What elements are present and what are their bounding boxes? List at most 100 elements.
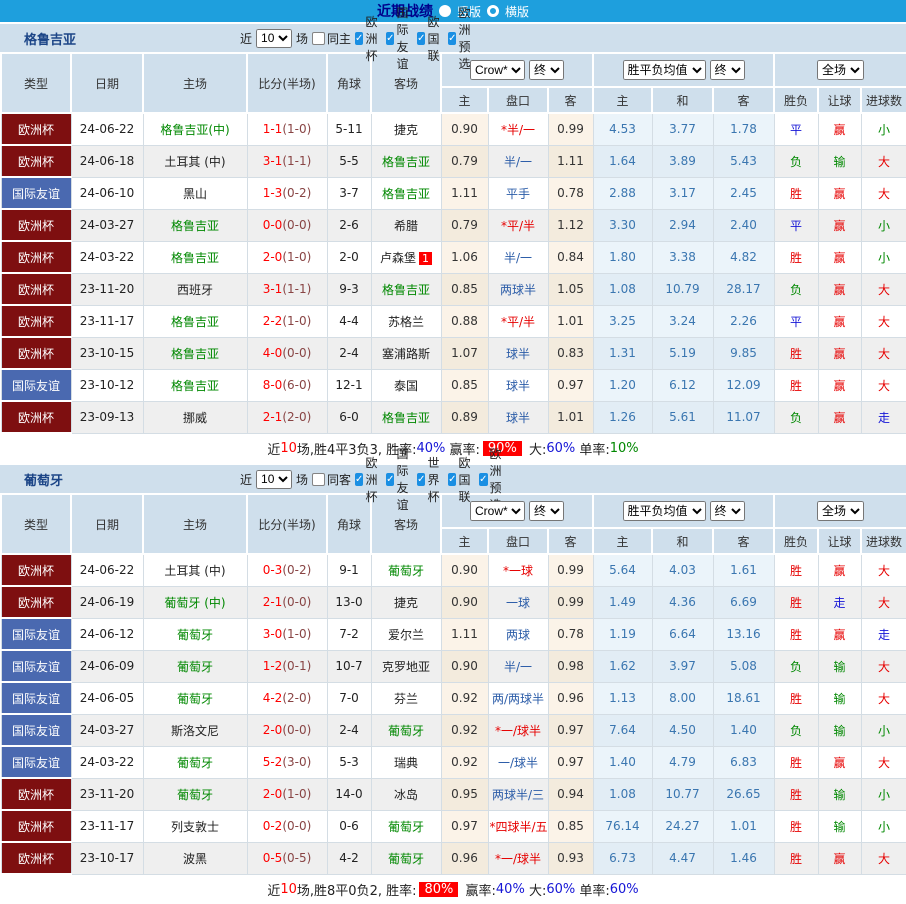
home-team-cell: 波黑 (143, 842, 247, 874)
crown-away-odds: 0.78 (548, 618, 593, 650)
scope-select[interactable]: 全场 (817, 501, 864, 521)
wdl-result-cell: 胜 (774, 778, 818, 810)
home-team-cell: 格鲁吉亚 (143, 209, 247, 241)
wdl-result-cell: 负 (774, 401, 818, 433)
corner-cell: 2-6 (327, 209, 371, 241)
final-mean-select[interactable]: 终 (710, 501, 745, 521)
score-cell: 1-3(0-2) (247, 177, 327, 209)
checkbox-icon[interactable]: ✓ (386, 473, 394, 486)
handicap-result-cell: 赢 (818, 554, 861, 586)
crown-home-odds: 0.90 (441, 113, 488, 145)
handicap-cell: 球半 (488, 337, 548, 369)
competition-filter[interactable]: ✓欧国联 (448, 454, 475, 505)
checkbox-icon[interactable]: ✓ (448, 32, 456, 45)
checkbox-icon[interactable]: ✓ (417, 473, 425, 486)
match-date-cell: 24-03-27 (71, 714, 143, 746)
col-home: 主场 (143, 494, 247, 554)
match-date-cell: 23-11-17 (71, 305, 143, 337)
crown-away-odds: 0.85 (548, 810, 593, 842)
final-odds-select[interactable]: 终 (529, 501, 564, 521)
halftime-score: (1-0) (282, 314, 311, 328)
corner-cell: 5-3 (327, 746, 371, 778)
checkbox-icon[interactable]: ✓ (479, 473, 487, 486)
final-mean-select[interactable]: 终 (710, 60, 745, 80)
final-odds-select[interactable]: 终 (529, 60, 564, 80)
checkbox-icon[interactable]: ✓ (355, 473, 363, 486)
match-row: 欧洲杯24-03-27格鲁吉亚0-0(0-0)2-6希腊0.79*平/半1.12… (1, 209, 906, 241)
sub-mean-away: 客 (713, 87, 774, 113)
competition-filter[interactable]: ✓欧洲杯 (355, 454, 382, 505)
mean-home-odds: 76.14 (593, 810, 652, 842)
match-row: 欧洲杯24-06-22格鲁吉亚(中)1-1(1-0)5-11捷克0.90*半/一… (1, 113, 906, 145)
crown-away-odds: 0.93 (548, 842, 593, 874)
same-venue-filter[interactable]: 同客 (312, 471, 351, 488)
mean-home-odds: 3.30 (593, 209, 652, 241)
score-cell: 0-3(0-2) (247, 554, 327, 586)
crown-home-odds: 0.90 (441, 554, 488, 586)
checkbox-icon[interactable]: ✓ (448, 473, 456, 486)
match-row: 欧洲杯24-03-22格鲁吉亚2-0(1-0)2-0卢森堡11.06半/一0.8… (1, 241, 906, 273)
games-count-select[interactable]: 10 (256, 470, 292, 489)
corner-cell: 6-0 (327, 401, 371, 433)
mean-home-odds: 2.88 (593, 177, 652, 209)
games-count-select[interactable]: 10 (256, 29, 292, 48)
scope-select[interactable]: 全场 (817, 60, 864, 80)
halftime-score: (1-0) (282, 627, 311, 641)
handicap-result-cell: 输 (818, 714, 861, 746)
competition-filter-label: 国际友谊 (396, 4, 413, 72)
handicap-cell: 半/一 (488, 650, 548, 682)
crown-home-odds: 0.89 (441, 401, 488, 433)
crown-away-odds: 0.99 (548, 554, 593, 586)
corner-cell: 9-1 (327, 554, 371, 586)
competition-filter[interactable]: ✓欧国联 (417, 13, 444, 64)
handicap-cell: 球半 (488, 369, 548, 401)
mean-odds-select[interactable]: 胜平负均值 (623, 60, 706, 80)
match-date-cell: 24-06-18 (71, 145, 143, 177)
handicap-result-cell: 赢 (818, 305, 861, 337)
checkbox-icon[interactable] (312, 473, 325, 486)
crown-away-odds: 0.84 (548, 241, 593, 273)
crown-away-odds: 0.83 (548, 337, 593, 369)
score-cell: 0-0(0-0) (247, 209, 327, 241)
odds-company-select[interactable]: Crow* (470, 501, 525, 521)
crown-home-odds: 1.06 (441, 241, 488, 273)
checkbox-icon[interactable]: ✓ (355, 32, 363, 45)
mean-odds-select[interactable]: 胜平负均值 (623, 501, 706, 521)
fulltime-score: 3-0 (263, 627, 283, 641)
checkbox-icon[interactable]: ✓ (417, 32, 425, 45)
mean-draw-odds: 4.50 (652, 714, 713, 746)
odds-company-select[interactable]: Crow* (470, 60, 525, 80)
mean-draw-odds: 2.94 (652, 209, 713, 241)
section-header: 格鲁吉亚 近 10 场 同主 ✓欧洲杯✓国际友谊✓欧国联✓欧洲预选 (0, 24, 906, 52)
wdl-result-cell: 平 (774, 209, 818, 241)
competition-filter[interactable]: ✓世界杯 (417, 454, 444, 505)
same-venue-filter[interactable]: 同主 (312, 30, 351, 47)
away-team-cell: 捷克 (371, 586, 441, 618)
handicap-cell: *平/半 (488, 209, 548, 241)
match-type-cell: 欧洲杯 (1, 810, 71, 842)
checkbox-icon[interactable] (312, 32, 325, 45)
score-cell: 0-2(0-0) (247, 810, 327, 842)
competition-filter[interactable]: ✓欧洲杯 (355, 13, 382, 64)
checkbox-icon[interactable]: ✓ (386, 32, 394, 45)
competition-filter[interactable]: ✓国际友谊 (386, 445, 413, 513)
competition-filter[interactable]: ✓国际友谊 (386, 4, 413, 72)
home-team-cell: 挪威 (143, 401, 247, 433)
home-team-cell: 西班牙 (143, 273, 247, 305)
fulltime-score: 0-3 (263, 563, 283, 577)
away-team-cell: 格鲁吉亚 (371, 145, 441, 177)
match-type-cell: 国际友谊 (1, 682, 71, 714)
home-team-cell: 斯洛文尼 (143, 714, 247, 746)
score-cell: 4-2(2-0) (247, 682, 327, 714)
rate-badge: 80% (419, 882, 458, 897)
sub-handicap-result: 让球 (818, 87, 861, 113)
corner-cell: 14-0 (327, 778, 371, 810)
mean-draw-odds: 3.97 (652, 650, 713, 682)
fulltime-score: 2-0 (263, 723, 283, 737)
fulltime-score: 2-1 (263, 410, 283, 424)
corner-cell: 12-1 (327, 369, 371, 401)
handicap-cell: 两球半 (488, 273, 548, 305)
goals-result-cell: 小 (861, 810, 906, 842)
corner-cell: 2-4 (327, 714, 371, 746)
match-type-cell: 欧洲杯 (1, 586, 71, 618)
